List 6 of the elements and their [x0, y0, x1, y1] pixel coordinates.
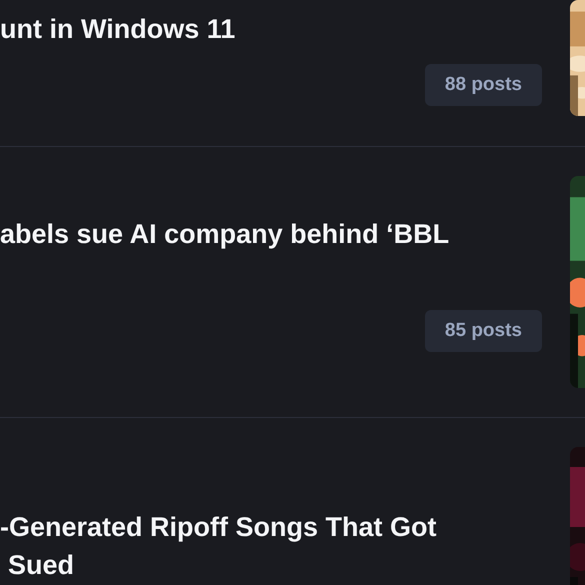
story-title[interactable]: unt in Windows 11 — [0, 10, 236, 48]
post-count-badge: 88 posts — [424, 64, 542, 106]
story-title[interactable]: -Generated Ripoff Songs That Got — [0, 508, 436, 546]
story-title[interactable]: abels sue AI company behind ‘BBL — [0, 215, 450, 253]
post-count-badge: 85 posts — [424, 310, 542, 352]
story-title[interactable]: Sued — [0, 546, 436, 584]
